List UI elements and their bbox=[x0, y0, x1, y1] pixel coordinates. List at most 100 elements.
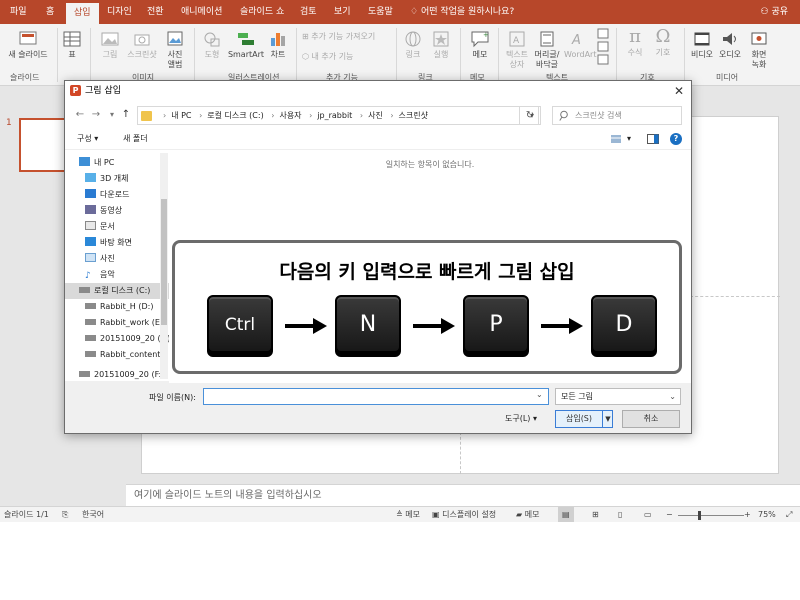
tree-item-drive-f[interactable]: 20151009_20 (F:) bbox=[85, 331, 169, 347]
slide-thumbnail[interactable] bbox=[19, 118, 67, 172]
display-settings[interactable]: ▣ 디스플레이 설정 bbox=[432, 507, 496, 522]
tree-item-rabbit-work[interactable]: Rabbit_work (E:) bbox=[85, 315, 169, 331]
tree-item-rabbit-contents[interactable]: Rabbit_contents bbox=[85, 347, 169, 363]
tree-item-desktop[interactable]: 바탕 화면 bbox=[85, 235, 169, 251]
organize-button[interactable]: 구성 ▾ bbox=[77, 128, 98, 150]
breadcrumb-item[interactable]: 내 PC bbox=[171, 111, 191, 120]
table-button[interactable]: 표 bbox=[60, 30, 84, 60]
equation-button[interactable]: π 수식 bbox=[622, 26, 648, 58]
tab-animations[interactable]: 애니메이션 bbox=[181, 0, 222, 24]
symbol-button[interactable]: Ω 기호 bbox=[650, 26, 676, 58]
tree-item-rabbit-h[interactable]: Rabbit_H (D:) bbox=[85, 299, 169, 315]
zoom-in-button[interactable]: + bbox=[744, 507, 751, 522]
tree-item-music[interactable]: ♪ 음악 bbox=[85, 267, 169, 283]
tree-item-drive-f-2[interactable]: 20151009_20 (F:) bbox=[79, 367, 169, 381]
tab-help[interactable]: 도움말 bbox=[368, 0, 393, 24]
forward-arrow-icon[interactable]: → bbox=[89, 107, 103, 123]
tree-item-label: 다운로드 bbox=[100, 190, 130, 199]
comment-button[interactable]: + 메모 bbox=[466, 30, 494, 60]
video-button[interactable]: 비디오 bbox=[688, 30, 716, 60]
insert-button[interactable]: 삽입(S) ▼ bbox=[555, 410, 613, 428]
normal-view-icon[interactable]: ▤ bbox=[558, 507, 574, 522]
tab-file[interactable]: 파일 bbox=[10, 0, 27, 24]
textbox-button[interactable]: A 텍스트 상자 bbox=[502, 30, 532, 70]
language-indicator[interactable]: 한국어 bbox=[82, 507, 104, 522]
my-addins-button[interactable]: ⬡ 내 추가 기능 bbox=[302, 52, 353, 62]
key-n: N bbox=[335, 295, 401, 357]
tab-home[interactable]: 홈 bbox=[46, 0, 54, 24]
zoom-slider[interactable] bbox=[678, 515, 744, 516]
photo-album-button[interactable]: 사진 앨범 bbox=[160, 30, 190, 70]
action-button[interactable]: 실행 bbox=[428, 30, 454, 60]
chart-button[interactable]: 차트 bbox=[266, 30, 290, 60]
tree-item-pictures[interactable]: 사진 bbox=[85, 251, 169, 267]
notes-pane[interactable]: 여기에 슬라이드 노트의 내용을 입력하십시오 bbox=[126, 484, 800, 506]
tree-item-this-pc[interactable]: 내 PC bbox=[79, 155, 169, 171]
photo-album-label: 사진 bbox=[167, 50, 183, 59]
insert-dropdown-icon[interactable]: ▼ bbox=[602, 411, 613, 427]
group-separator bbox=[296, 28, 297, 82]
new-folder-button[interactable]: 새 폴더 bbox=[123, 128, 148, 150]
notes-toggle[interactable]: ≜ 메모 bbox=[396, 507, 420, 522]
tab-transitions[interactable]: 전환 bbox=[147, 0, 164, 24]
search-box[interactable] bbox=[552, 106, 682, 125]
breadcrumb-item[interactable]: 사용자 bbox=[279, 111, 301, 120]
audio-button[interactable]: 오디오 bbox=[716, 30, 744, 60]
screenshot-button[interactable]: 스크린샷 bbox=[124, 30, 160, 60]
tree-item-downloads[interactable]: 다운로드 bbox=[85, 187, 169, 203]
tools-button[interactable]: 도구(L) ▾ bbox=[505, 413, 537, 424]
text-extra-buttons[interactable] bbox=[596, 28, 610, 71]
fit-to-window-icon[interactable]: ⤢ bbox=[786, 507, 792, 522]
tree-item-local-disk-c[interactable]: 로컬 디스크 (C:) bbox=[65, 283, 169, 299]
wordart-button[interactable]: A WordArt bbox=[564, 30, 596, 60]
slide-sorter-icon[interactable]: ⊞ bbox=[592, 507, 599, 522]
tab-view[interactable]: 보기 bbox=[334, 0, 351, 24]
share-button[interactable]: ⚇ 공유 bbox=[761, 0, 789, 24]
zoom-slider-thumb[interactable] bbox=[698, 511, 701, 520]
slideshow-view-icon[interactable]: ▭ bbox=[644, 507, 652, 522]
get-addins-button[interactable]: ⊞ 추가 기능 가져오기 bbox=[302, 32, 375, 42]
spellcheck-icon[interactable]: ⎘ bbox=[62, 507, 68, 522]
view-dropdown-icon[interactable]: ▾ bbox=[627, 128, 631, 150]
reading-view-icon[interactable]: ▯ bbox=[618, 507, 622, 522]
file-type-filter[interactable]: 모든 그림 ⌄ bbox=[555, 388, 681, 405]
dialog-title-bar[interactable]: P 그림 삽입 ✕ bbox=[65, 81, 691, 103]
new-slide-button[interactable]: 새 슬라이드 bbox=[4, 30, 52, 60]
help-icon[interactable]: ? bbox=[670, 133, 682, 145]
tree-scrollbar-thumb[interactable] bbox=[161, 199, 167, 325]
tab-insert[interactable]: 삽입 bbox=[66, 3, 99, 24]
refresh-icon[interactable]: ↻ bbox=[519, 106, 541, 125]
cancel-button[interactable]: 취소 bbox=[622, 410, 680, 428]
link-button[interactable]: 링크 bbox=[400, 30, 426, 60]
back-arrow-icon[interactable]: ← bbox=[73, 107, 87, 123]
comments-toggle[interactable]: ▰ 메모 bbox=[516, 507, 539, 522]
breadcrumb-item[interactable]: 스크린샷 bbox=[399, 111, 428, 120]
tree-item-videos[interactable]: 동영상 bbox=[85, 203, 169, 219]
breadcrumb-item[interactable]: jp_rabbit bbox=[317, 111, 352, 120]
close-icon[interactable]: ✕ bbox=[669, 82, 689, 100]
smartart-button[interactable]: SmartArt bbox=[226, 30, 266, 60]
breadcrumb-item[interactable]: 로컬 디스크 (C:) bbox=[207, 111, 263, 120]
header-footer-button[interactable]: 머리글/ 바닥글 bbox=[532, 30, 562, 70]
address-bar[interactable]: › 내 PC › 로컬 디스크 (C:) › 사용자 › jp_rabbit › 사진 ›… bbox=[137, 106, 539, 125]
tell-me-box[interactable]: ♢ 어떤 작업을 원하시나요? bbox=[410, 0, 514, 24]
search-input[interactable] bbox=[575, 108, 679, 123]
screen-recording-button[interactable]: 화면 녹화 bbox=[744, 30, 774, 70]
filename-dropdown-icon[interactable]: ⌄ bbox=[536, 390, 543, 399]
shapes-button[interactable]: 도형 bbox=[198, 30, 226, 60]
tree-item-3d-objects[interactable]: 3D 개체 bbox=[85, 171, 169, 187]
view-options-icon[interactable] bbox=[611, 134, 623, 144]
tab-slideshow[interactable]: 슬라이드 쇼 bbox=[240, 0, 284, 24]
tab-review[interactable]: 검토 bbox=[300, 0, 317, 24]
display-icon: ▣ bbox=[432, 510, 443, 519]
zoom-level[interactable]: 75% bbox=[758, 507, 776, 522]
recent-locations-icon[interactable]: ▾ bbox=[105, 107, 119, 123]
tree-item-documents[interactable]: 문서 bbox=[85, 219, 169, 235]
tab-design[interactable]: 디자인 bbox=[107, 0, 132, 24]
zoom-out-button[interactable]: − bbox=[666, 507, 673, 522]
filename-input[interactable] bbox=[203, 388, 549, 405]
preview-pane-icon[interactable] bbox=[647, 134, 659, 144]
picture-button[interactable]: 그림 bbox=[96, 30, 124, 60]
breadcrumb-item[interactable]: 사진 bbox=[368, 111, 383, 120]
up-arrow-icon[interactable]: ↑ bbox=[119, 107, 133, 123]
